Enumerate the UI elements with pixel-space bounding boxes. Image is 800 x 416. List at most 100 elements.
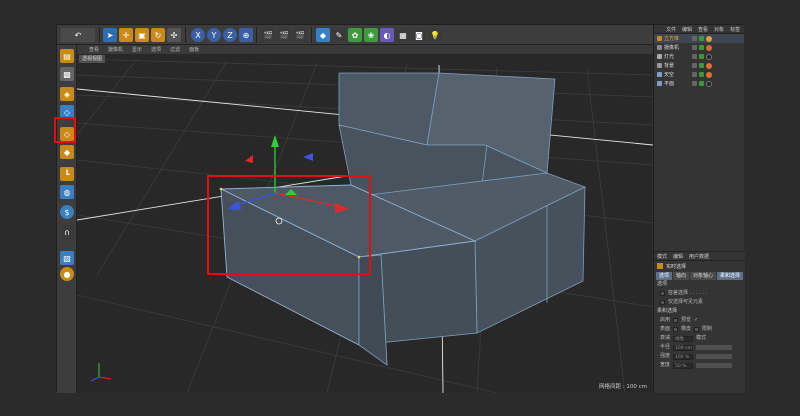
- enabled-check-icon[interactable]: [699, 54, 704, 59]
- falloff-row[interactable]: 衰减 线性 模式: [654, 334, 745, 343]
- tweak-button[interactable]: ◍: [60, 185, 74, 199]
- subdivision-surface-button[interactable]: ✿: [348, 28, 362, 42]
- array-button[interactable]: ❀: [364, 28, 378, 42]
- width-row[interactable]: 宽度 50 %: [654, 361, 745, 370]
- tab-axis[interactable]: 轴向: [673, 272, 690, 280]
- phong-tag-icon[interactable]: [706, 35, 712, 42]
- material-tag-icon[interactable]: [706, 53, 712, 60]
- camera-button[interactable]: ◙: [412, 28, 426, 42]
- uv-mode-button[interactable]: ┗: [60, 167, 74, 181]
- toolbar-divider: [99, 27, 100, 43]
- material-tag-icon[interactable]: [706, 80, 712, 87]
- om-menu-view[interactable]: 查看: [698, 26, 708, 33]
- tab-soft-selection[interactable]: 柔和选择: [717, 272, 744, 280]
- enabled-check-icon[interactable]: [699, 81, 704, 86]
- visibility-dots-icon[interactable]: [692, 81, 697, 86]
- visibility-dots-icon[interactable]: [692, 36, 697, 41]
- scale-tool-button[interactable]: ▣: [135, 28, 149, 42]
- make-editable-button[interactable]: ▤: [60, 49, 74, 63]
- object-row-background[interactable]: 背景: [654, 61, 744, 70]
- rubber-checkbox[interactable]: [694, 327, 700, 332]
- enabled-check-icon[interactable]: [699, 72, 704, 77]
- tolerance-select-row[interactable]: 容差选择 . . . . . .: [654, 289, 745, 298]
- attr-menu-edit[interactable]: 编辑: [673, 253, 683, 260]
- tab-object-axis[interactable]: 对象轴心: [690, 272, 717, 280]
- coordinate-system-button[interactable]: ⊕: [239, 28, 253, 42]
- attribute-title-row: 实时选择: [654, 261, 745, 271]
- rotate-tool-button[interactable]: ↻: [151, 28, 165, 42]
- width-field[interactable]: 50 %: [673, 362, 694, 369]
- target-tag-icon[interactable]: [706, 44, 712, 51]
- lock-workplane-button[interactable]: ●: [60, 267, 74, 281]
- texture-mode-button[interactable]: ▩: [60, 67, 74, 81]
- object-row-cube[interactable]: 立方体: [654, 34, 744, 43]
- visibility-dots-icon[interactable]: [692, 54, 697, 59]
- viewport-menu-filter[interactable]: 过滤: [170, 46, 180, 53]
- render-view-button[interactable]: 🎬: [261, 28, 275, 42]
- radius-field[interactable]: 100 cm: [673, 344, 694, 351]
- material-tag-icon[interactable]: [706, 71, 712, 78]
- soft-surface-row[interactable]: 表面 橡皮 限制: [654, 325, 745, 334]
- material-tag-icon[interactable]: [706, 62, 712, 69]
- polygons-mode-button[interactable]: ◆: [60, 145, 74, 159]
- surface-checkbox[interactable]: [673, 327, 679, 332]
- width-slider[interactable]: [696, 363, 733, 368]
- viewport-menu-display[interactable]: 显示: [132, 46, 142, 53]
- viewport-menu-camera[interactable]: 摄像机: [108, 46, 123, 53]
- falloff-select[interactable]: 线性: [673, 335, 694, 342]
- radius-row[interactable]: 半径 100 cm: [654, 343, 745, 352]
- scale-icon: ▣: [138, 30, 146, 40]
- cube-primitive-button[interactable]: ◆: [316, 28, 330, 42]
- strength-row[interactable]: 强度 100 %: [654, 352, 745, 361]
- light-button[interactable]: 💡: [428, 28, 442, 42]
- floor-button[interactable]: ▦: [396, 28, 410, 42]
- tab-options[interactable]: 选项: [656, 272, 673, 280]
- om-menu-edit[interactable]: 编辑: [682, 26, 692, 33]
- snap-settings-button[interactable]: ∩: [60, 225, 74, 239]
- radius-slider[interactable]: [696, 345, 733, 350]
- strength-slider[interactable]: [696, 354, 733, 359]
- checker-icon: ▩: [63, 69, 71, 79]
- enable-checkbox[interactable]: [673, 318, 679, 323]
- deformer-button[interactable]: ◐: [380, 28, 394, 42]
- axis-x-button[interactable]: X: [191, 28, 205, 42]
- axis-y-button[interactable]: Y: [207, 28, 221, 42]
- om-menu-tags[interactable]: 标签: [730, 26, 740, 33]
- om-menu-objects[interactable]: 对象: [714, 26, 724, 33]
- attr-menu-mode[interactable]: 模式: [657, 253, 667, 260]
- strength-field[interactable]: 100 %: [673, 353, 694, 360]
- object-manager-menu: 文件 编辑 查看 对象 标签: [654, 25, 744, 34]
- pen-spline-button[interactable]: ✎: [332, 28, 346, 42]
- attribute-title: 实时选择: [666, 263, 687, 270]
- undo-button[interactable]: ↶: [61, 28, 95, 42]
- enabled-check-icon[interactable]: [699, 36, 704, 41]
- visibility-dots-icon[interactable]: [692, 72, 697, 77]
- axis-z-button[interactable]: Z: [223, 28, 237, 42]
- checkbox[interactable]: [660, 291, 665, 296]
- visible-only-row[interactable]: 仅选择可见元素: [654, 298, 745, 307]
- enable-snapping-button[interactable]: $: [60, 205, 74, 219]
- checkbox[interactable]: [660, 300, 665, 305]
- render-settings-button[interactable]: 🎬: [293, 28, 307, 42]
- recent-tool-button[interactable]: ✣: [167, 28, 181, 42]
- move-tool-button[interactable]: ✛: [119, 28, 133, 42]
- attr-menu-userdata[interactable]: 用户数据: [689, 253, 709, 260]
- enabled-check-icon[interactable]: [699, 63, 704, 68]
- soft-enable-row[interactable]: 启用 预览 ✓: [654, 316, 745, 325]
- om-menu-file[interactable]: 文件: [666, 26, 676, 33]
- viewport-menu-view[interactable]: 查看: [89, 46, 99, 53]
- render-picture-viewer-button[interactable]: 🎬: [277, 28, 291, 42]
- visibility-dots-icon[interactable]: [692, 63, 697, 68]
- object-row-light[interactable]: 灯光: [654, 52, 744, 61]
- enabled-check-icon[interactable]: [699, 45, 704, 50]
- visibility-dots-icon[interactable]: [692, 45, 697, 50]
- viewport-menu-panel[interactable]: 面板: [189, 46, 199, 53]
- workplane-button[interactable]: ▧: [60, 251, 74, 265]
- preview-check-icon[interactable]: ✓: [694, 316, 698, 325]
- object-row-camera[interactable]: 摄像机: [654, 43, 744, 52]
- select-tool-button[interactable]: ➤: [103, 28, 117, 42]
- object-row-plane[interactable]: 平面: [654, 79, 744, 88]
- viewport-menu-options[interactable]: 选项: [151, 46, 161, 53]
- texture-axis-button[interactable]: ◈: [60, 87, 74, 101]
- object-row-sky[interactable]: 天空: [654, 70, 744, 79]
